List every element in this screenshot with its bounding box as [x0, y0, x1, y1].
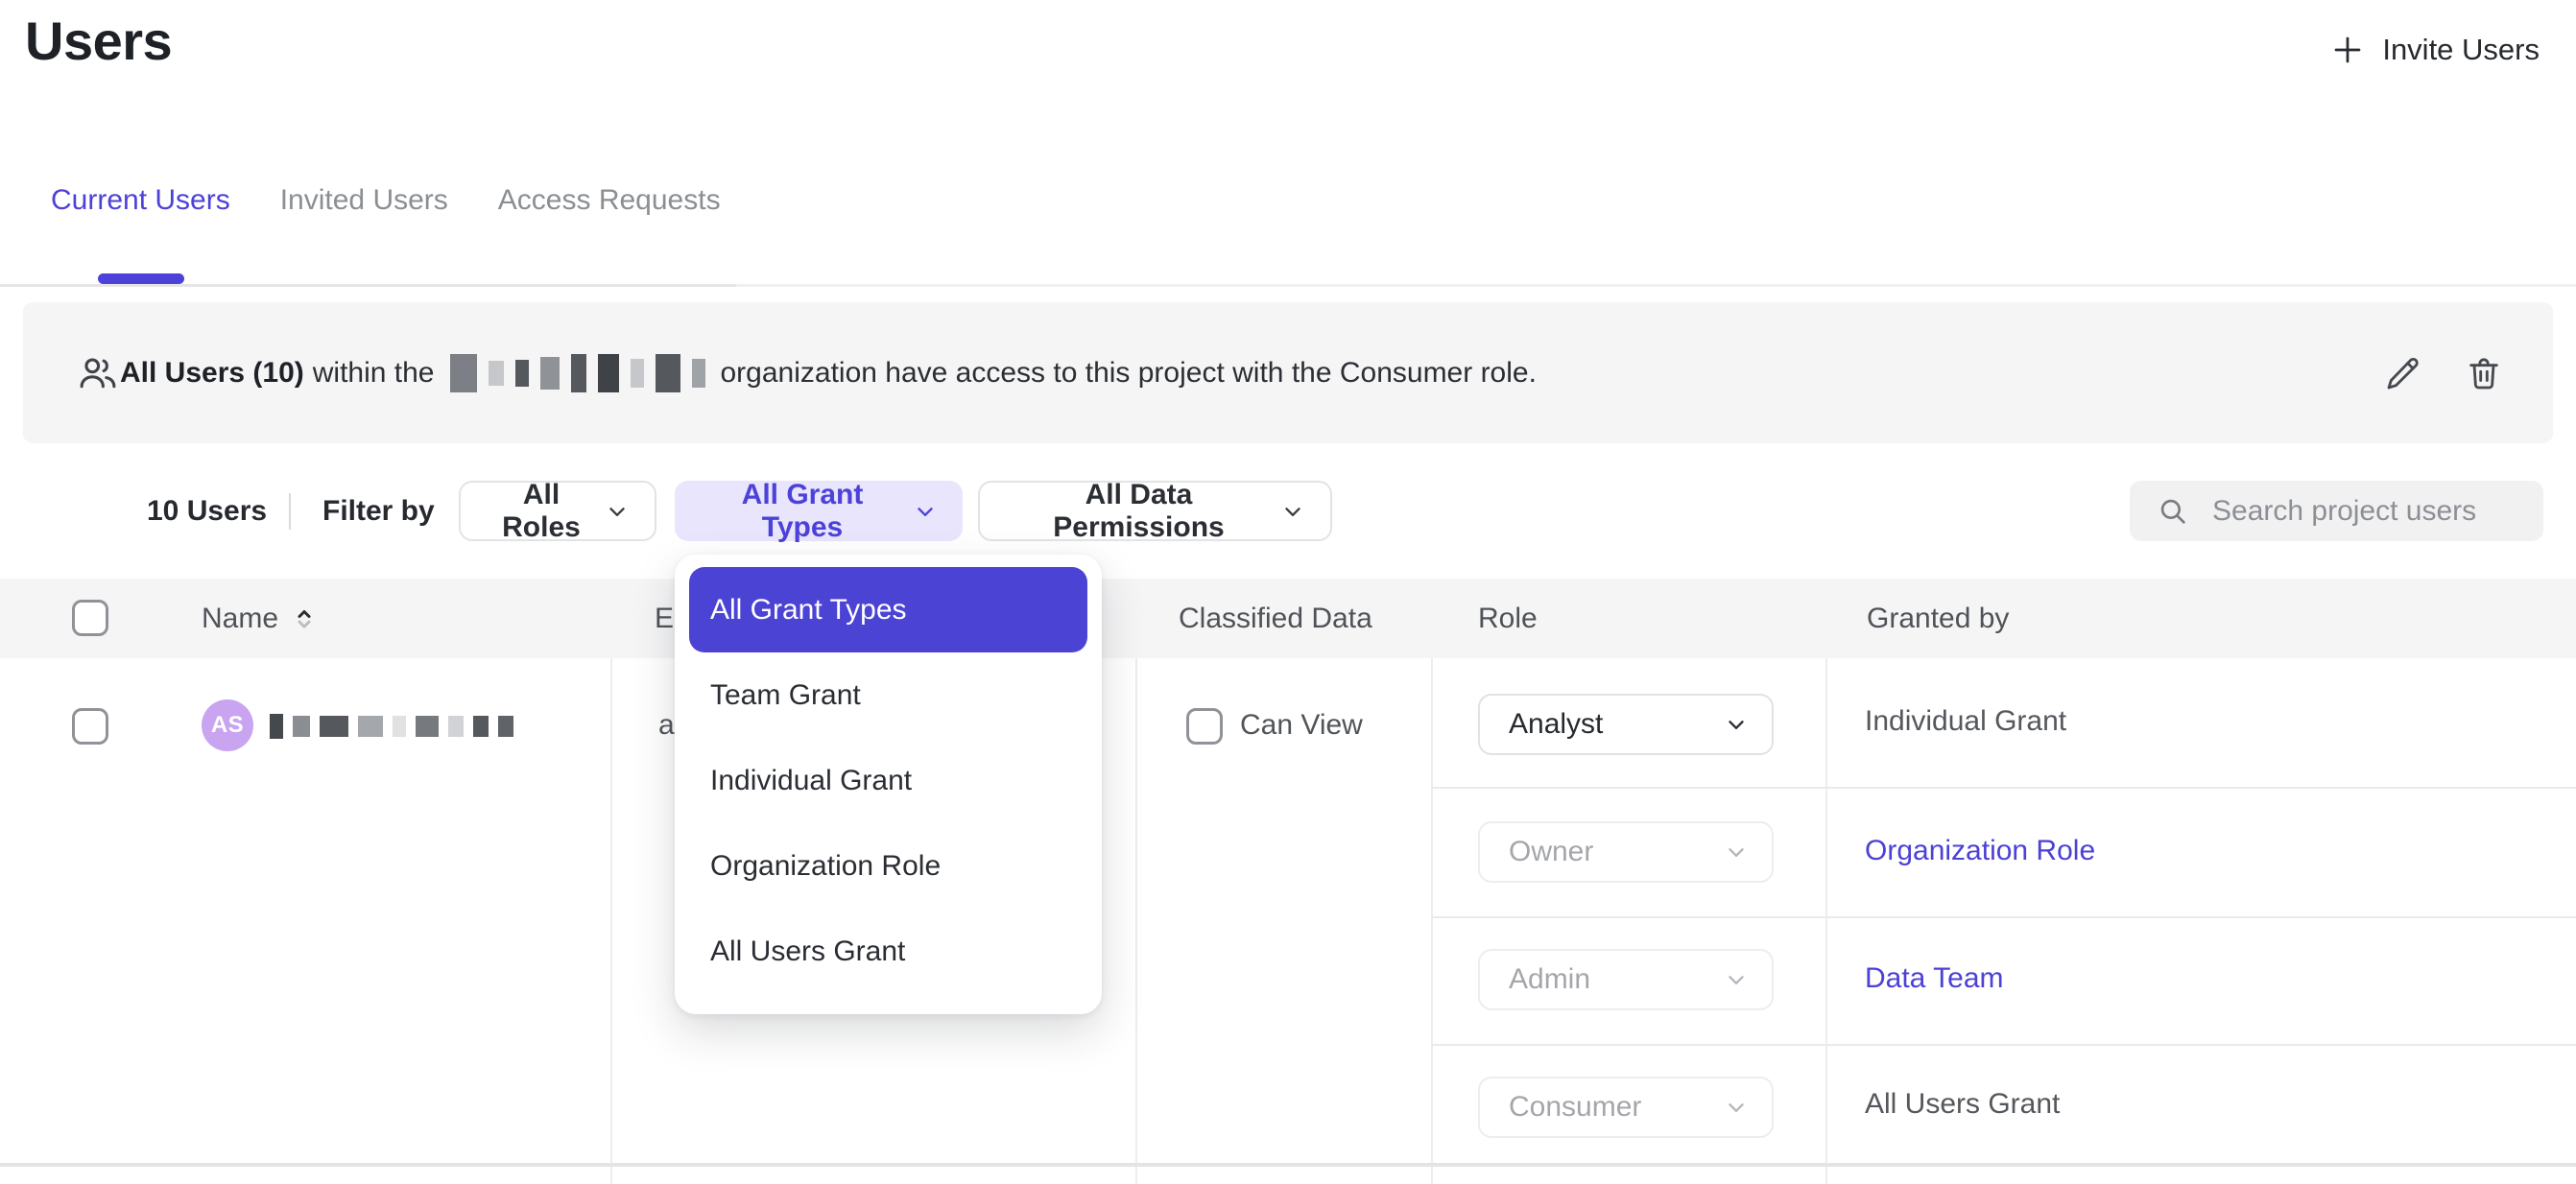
tab-invited-users[interactable]: Invited Users [280, 184, 448, 217]
chevron-down-icon [913, 499, 938, 524]
email-column-label: E [655, 579, 674, 658]
all-roles-label: All Roles [493, 479, 589, 544]
classified-data-column-label: Classified Data [1179, 579, 1372, 658]
search-input[interactable] [2210, 494, 2531, 529]
filter-bar: 10 Users Filter by All Roles All Grant T… [0, 481, 2576, 541]
filter-by-label: Filter by [322, 481, 435, 541]
role-select-owner: Owner [1478, 821, 1774, 883]
filter-divider [289, 493, 291, 530]
all-grant-types-filter[interactable]: All Grant Types [675, 481, 963, 541]
all-users-banner: All Users (10) within the organization h… [23, 302, 2553, 443]
granted-by-data-team-link[interactable]: Data Team [1865, 962, 2004, 995]
table-header: Name E Classified Data Role Granted by [0, 579, 2576, 658]
column-divider [610, 658, 612, 1184]
role-select-label: Admin [1509, 963, 1590, 996]
search-box[interactable] [2130, 481, 2543, 541]
table-body: AS a Can View Analyst Owner Admin Consum… [0, 658, 2576, 1184]
search-icon [2157, 495, 2189, 528]
column-divider [1825, 658, 1827, 1184]
invite-users-label: Invite Users [2382, 33, 2540, 67]
sort-icon [290, 603, 319, 635]
column-divider [1431, 658, 1433, 1184]
grant-row-divider [1431, 1044, 2576, 1046]
banner-text-before: within the [313, 357, 435, 390]
chevron-down-icon [1724, 967, 1749, 992]
dropdown-item-team-grant[interactable]: Team Grant [675, 652, 1102, 738]
grant-row-divider [1431, 916, 2576, 918]
role-select-label: Consumer [1509, 1091, 1641, 1124]
select-all-checkbox[interactable] [72, 600, 108, 636]
avatar-initials: AS [211, 712, 244, 739]
role-select-analyst[interactable]: Analyst [1478, 694, 1774, 755]
role-select-label: Analyst [1509, 708, 1603, 741]
edit-icon[interactable] [2384, 354, 2422, 392]
plus-icon [2330, 33, 2365, 67]
invite-users-button[interactable]: Invite Users [2330, 33, 2540, 67]
name-column-header[interactable]: Name [202, 579, 319, 658]
all-data-permissions-label: All Data Permissions [1013, 479, 1265, 544]
chevron-down-icon [605, 499, 630, 524]
chevron-down-icon [1724, 1095, 1749, 1120]
tab-bar: Current Users Invited Users Access Reque… [51, 184, 721, 217]
can-view-checkbox[interactable] [1186, 708, 1223, 745]
tab-access-requests[interactable]: Access Requests [498, 184, 721, 217]
avatar: AS [202, 699, 253, 751]
can-view-label: Can View [1240, 709, 1363, 742]
dropdown-item-organization-role[interactable]: Organization Role [675, 823, 1102, 909]
users-group-icon [76, 351, 120, 395]
email-cell: a [658, 709, 675, 742]
dropdown-item-all-users-grant[interactable]: All Users Grant [675, 909, 1102, 994]
role-select-consumer: Consumer [1478, 1077, 1774, 1138]
dropdown-item-all-grant-types[interactable]: All Grant Types [689, 567, 1087, 652]
banner-actions [2384, 354, 2503, 392]
user-count: 10 Users [147, 481, 267, 541]
banner-text-after: organization have access to this project… [721, 357, 1537, 390]
all-grant-types-label: All Grant Types [707, 479, 897, 544]
chevron-down-icon [1280, 499, 1305, 524]
delete-icon[interactable] [2465, 354, 2503, 392]
page-title: Users [25, 10, 172, 72]
granted-by-individual-grant: Individual Grant [1865, 705, 2066, 738]
banner-bold-text: All Users (10) [120, 357, 304, 390]
all-roles-filter[interactable]: All Roles [459, 481, 656, 541]
banner-message: All Users (10) within the organization h… [120, 354, 1537, 392]
tab-current-users[interactable]: Current Users [51, 184, 230, 217]
granted-by-organization-role-link[interactable]: Organization Role [1865, 835, 2095, 867]
name-column-label: Name [202, 579, 278, 658]
chevron-down-icon [1724, 840, 1749, 864]
redacted-user-name [270, 705, 513, 747]
all-data-permissions-filter[interactable]: All Data Permissions [978, 481, 1332, 541]
chevron-down-icon [1724, 712, 1749, 737]
column-divider [1135, 658, 1137, 1184]
tabs-divider [0, 284, 2576, 287]
grant-row-divider [1431, 787, 2576, 789]
dropdown-item-individual-grant[interactable]: Individual Grant [675, 738, 1102, 823]
granted-by-all-users-grant: All Users Grant [1865, 1088, 2060, 1121]
row-checkbox[interactable] [72, 708, 108, 745]
role-column-label: Role [1478, 579, 1538, 658]
row-divider [0, 1163, 2576, 1167]
role-select-label: Owner [1509, 836, 1593, 868]
active-tab-indicator [98, 273, 184, 284]
granted-by-column-label: Granted by [1867, 579, 2009, 658]
role-select-admin: Admin [1478, 949, 1774, 1010]
redacted-org-name [450, 354, 705, 392]
grant-types-dropdown: All Grant Types Team Grant Individual Gr… [675, 555, 1102, 1014]
